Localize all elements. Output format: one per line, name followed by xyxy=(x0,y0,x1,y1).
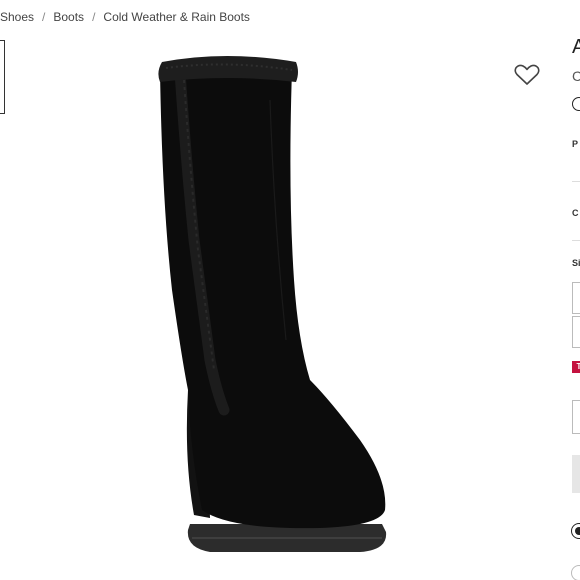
breadcrumb-item-boots[interactable]: Boots xyxy=(53,10,84,24)
price-label: P xyxy=(572,139,579,149)
breadcrumb-item-shoes[interactable]: Shoes xyxy=(0,10,34,24)
divider xyxy=(572,240,580,241)
color-label: C xyxy=(572,208,579,218)
boot-shaft xyxy=(160,70,386,529)
product-details-panel: A C P C Si T xyxy=(560,0,580,580)
breadcrumb-separator: / xyxy=(92,10,96,24)
size-option[interactable] xyxy=(572,316,580,348)
add-to-bag-button[interactable] xyxy=(572,455,580,493)
breadcrumb: Shoes / Boots / Cold Weather & Rain Boot… xyxy=(0,9,250,25)
divider xyxy=(572,181,580,182)
shipping-option-radio[interactable] xyxy=(571,565,580,580)
info-icon[interactable] xyxy=(572,97,580,111)
product-title: A xyxy=(572,36,580,58)
quantity-select[interactable] xyxy=(572,400,580,434)
breadcrumb-item-cold-weather-rain-boots[interactable]: Cold Weather & Rain Boots xyxy=(103,10,250,24)
product-brand: C xyxy=(572,68,580,84)
product-thumbnail[interactable] xyxy=(0,40,5,114)
boot-illustration xyxy=(158,56,387,552)
size-label: Si xyxy=(572,258,580,268)
shipping-option-radio-selected[interactable] xyxy=(571,523,580,539)
breadcrumb-separator: / xyxy=(42,10,46,24)
wishlist-button[interactable] xyxy=(513,63,541,87)
heart-outline-icon xyxy=(514,64,540,85)
promo-badge: T xyxy=(572,361,580,373)
size-option[interactable] xyxy=(572,282,580,314)
product-image[interactable] xyxy=(60,40,490,565)
